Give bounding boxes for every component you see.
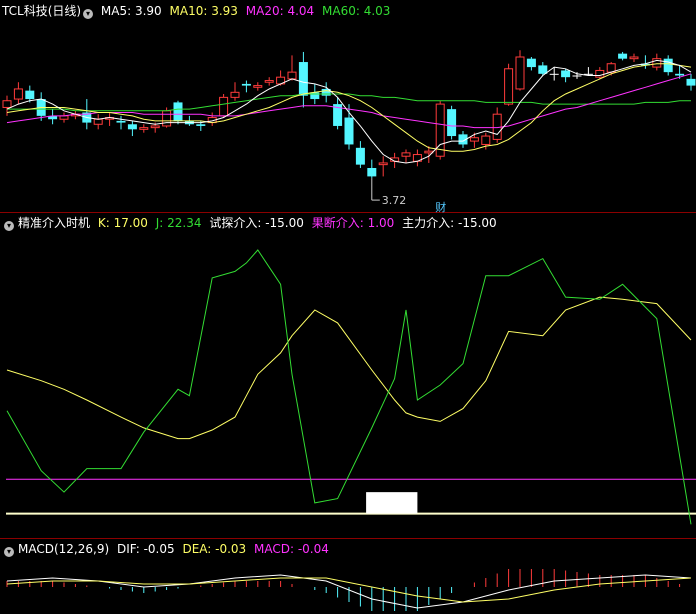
candle-body <box>675 73 685 76</box>
candle-body <box>344 117 354 145</box>
candle-body <box>230 91 240 98</box>
candle-body <box>595 69 605 78</box>
candle-body <box>549 73 559 75</box>
candle-body <box>310 92 320 100</box>
candle-body <box>481 135 491 145</box>
series-k-line <box>6 296 692 440</box>
candle-body <box>25 90 35 100</box>
candle-body <box>572 75 582 77</box>
candle-body <box>378 162 388 166</box>
candle-body <box>93 118 103 125</box>
candle-body <box>355 147 365 165</box>
candle-body <box>150 125 160 129</box>
entry-signal-box <box>366 492 418 514</box>
candle-body <box>241 83 251 86</box>
low-price-label: 3.72 <box>382 194 407 207</box>
candle-body <box>116 120 126 123</box>
candle-body <box>504 68 514 105</box>
candle-body <box>196 124 206 126</box>
candle-body <box>139 127 149 130</box>
series-j-line <box>6 249 692 525</box>
candle-body <box>287 71 297 80</box>
candle-body <box>515 56 525 90</box>
candle-body <box>264 80 274 83</box>
candle-body <box>629 56 639 60</box>
candle-body <box>447 109 457 137</box>
candle-body <box>173 102 183 121</box>
event-marker: 财 <box>435 200 446 214</box>
candle-body <box>401 152 411 157</box>
candle-body <box>367 168 377 177</box>
candle-body <box>561 70 571 78</box>
candle-body <box>538 65 548 74</box>
candle-body <box>435 103 445 157</box>
candle-body <box>686 78 696 86</box>
candle-body <box>469 137 479 142</box>
candle-body <box>663 58 673 73</box>
candle-body <box>618 53 628 59</box>
candle-body <box>219 96 229 117</box>
candle-body <box>526 58 536 68</box>
candle-body <box>298 62 308 96</box>
candle-body <box>253 85 263 88</box>
candle-body <box>162 110 172 127</box>
candle-body <box>127 124 137 130</box>
candle-body <box>2 100 12 108</box>
candle-body <box>13 88 23 100</box>
chart-canvas: 3.72 财 <box>2 50 696 611</box>
